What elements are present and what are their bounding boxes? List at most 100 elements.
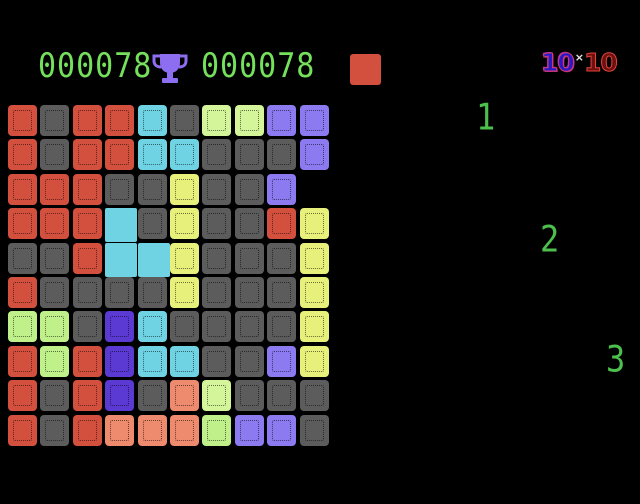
board-cell[interactable] bbox=[105, 415, 134, 446]
board-cell[interactable] bbox=[105, 208, 137, 242]
board-cell[interactable] bbox=[138, 105, 167, 136]
board-cell[interactable] bbox=[138, 346, 167, 377]
board-cell[interactable] bbox=[235, 174, 264, 205]
board-cell[interactable] bbox=[105, 174, 134, 205]
board-cell[interactable] bbox=[40, 380, 69, 411]
board-cell[interactable] bbox=[202, 277, 231, 308]
board-cell[interactable] bbox=[8, 346, 37, 377]
board-cell[interactable] bbox=[267, 174, 296, 205]
board-cell[interactable] bbox=[300, 346, 329, 377]
board-cell[interactable] bbox=[170, 380, 199, 411]
board-cell[interactable] bbox=[105, 243, 137, 277]
board-cell[interactable] bbox=[170, 139, 199, 170]
board-cell[interactable] bbox=[40, 277, 69, 308]
board-cell[interactable] bbox=[8, 208, 37, 239]
board-cell[interactable] bbox=[202, 208, 231, 239]
board-cell[interactable] bbox=[138, 208, 167, 239]
board-cell[interactable] bbox=[170, 208, 199, 239]
piece-slot-1[interactable]: 1 bbox=[476, 95, 495, 139]
board-cell[interactable] bbox=[138, 380, 167, 411]
board-cell[interactable] bbox=[267, 243, 296, 274]
board-cell[interactable] bbox=[73, 174, 102, 205]
board-cell[interactable] bbox=[138, 139, 167, 170]
board-cell[interactable] bbox=[105, 380, 134, 411]
piece-slot-2[interactable]: 2 bbox=[540, 217, 559, 261]
board-cell[interactable] bbox=[170, 105, 199, 136]
board-cell[interactable] bbox=[105, 311, 134, 342]
board-cell[interactable] bbox=[138, 174, 167, 205]
board-cell[interactable] bbox=[267, 346, 296, 377]
board-cell[interactable] bbox=[300, 243, 329, 274]
board-cell[interactable] bbox=[73, 380, 102, 411]
board-cell[interactable] bbox=[235, 346, 264, 377]
board-cell[interactable] bbox=[235, 139, 264, 170]
board-cell[interactable] bbox=[300, 415, 329, 446]
board-cell[interactable] bbox=[105, 346, 134, 377]
board-cell[interactable] bbox=[40, 243, 69, 274]
board-cell[interactable] bbox=[40, 105, 69, 136]
board-cell[interactable] bbox=[73, 243, 102, 274]
board-cell[interactable] bbox=[8, 105, 37, 136]
piece-slot-3[interactable]: 3 bbox=[606, 337, 625, 381]
board-cell[interactable] bbox=[202, 243, 231, 274]
board-cell[interactable] bbox=[73, 208, 102, 239]
board-cell[interactable] bbox=[73, 311, 102, 342]
board-cell[interactable] bbox=[170, 346, 199, 377]
board-cell[interactable] bbox=[202, 346, 231, 377]
board-cell[interactable] bbox=[8, 311, 37, 342]
board-cell[interactable] bbox=[300, 105, 329, 136]
board-cell[interactable] bbox=[202, 105, 231, 136]
board-cell[interactable] bbox=[267, 311, 296, 342]
board-cell[interactable] bbox=[202, 139, 231, 170]
board-cell[interactable] bbox=[8, 277, 37, 308]
board-cell[interactable] bbox=[105, 105, 134, 136]
board-cell[interactable] bbox=[202, 174, 231, 205]
board-cell[interactable] bbox=[300, 311, 329, 342]
board-cell[interactable] bbox=[73, 277, 102, 308]
board-cell[interactable] bbox=[235, 243, 264, 274]
board-cell[interactable] bbox=[300, 208, 329, 239]
board-cell[interactable] bbox=[73, 105, 102, 136]
board-cell[interactable] bbox=[40, 139, 69, 170]
board-cell[interactable] bbox=[8, 380, 37, 411]
board-cell[interactable] bbox=[235, 415, 264, 446]
board-cell[interactable] bbox=[138, 277, 167, 308]
board-cell[interactable] bbox=[202, 415, 231, 446]
board-cell[interactable] bbox=[267, 415, 296, 446]
board-cell[interactable] bbox=[267, 105, 296, 136]
board-cell[interactable] bbox=[202, 380, 231, 411]
board-cell[interactable] bbox=[40, 415, 69, 446]
board-cell[interactable] bbox=[170, 311, 199, 342]
board-cell[interactable] bbox=[235, 105, 264, 136]
board-cell[interactable] bbox=[300, 139, 329, 170]
board-cell[interactable] bbox=[267, 139, 296, 170]
board-cell[interactable] bbox=[105, 139, 134, 170]
board-cell[interactable] bbox=[40, 311, 69, 342]
board-cell[interactable] bbox=[235, 311, 264, 342]
board-cell[interactable] bbox=[170, 174, 199, 205]
board-cell[interactable] bbox=[8, 415, 37, 446]
board-cell[interactable] bbox=[73, 346, 102, 377]
board-cell[interactable] bbox=[267, 277, 296, 308]
board-cell[interactable] bbox=[300, 277, 329, 308]
board-cell[interactable] bbox=[73, 415, 102, 446]
board-cell[interactable] bbox=[170, 243, 199, 274]
board-cell[interactable] bbox=[40, 208, 69, 239]
board-cell[interactable] bbox=[267, 208, 296, 239]
board-cell[interactable] bbox=[235, 208, 264, 239]
board-cell[interactable] bbox=[300, 380, 329, 411]
board-cell[interactable] bbox=[73, 139, 102, 170]
board-cell[interactable] bbox=[170, 277, 199, 308]
board-cell[interactable] bbox=[138, 243, 170, 277]
board-cell[interactable] bbox=[138, 311, 167, 342]
board-cell[interactable] bbox=[40, 346, 69, 377]
board-cell[interactable] bbox=[8, 243, 37, 274]
board-cell[interactable] bbox=[267, 380, 296, 411]
board-cell[interactable] bbox=[105, 277, 134, 308]
game-board[interactable] bbox=[8, 105, 334, 451]
board-cell[interactable] bbox=[8, 174, 37, 205]
board-cell[interactable] bbox=[235, 380, 264, 411]
board-cell[interactable] bbox=[40, 174, 69, 205]
board-cell[interactable] bbox=[235, 277, 264, 308]
board-cell[interactable] bbox=[8, 139, 37, 170]
